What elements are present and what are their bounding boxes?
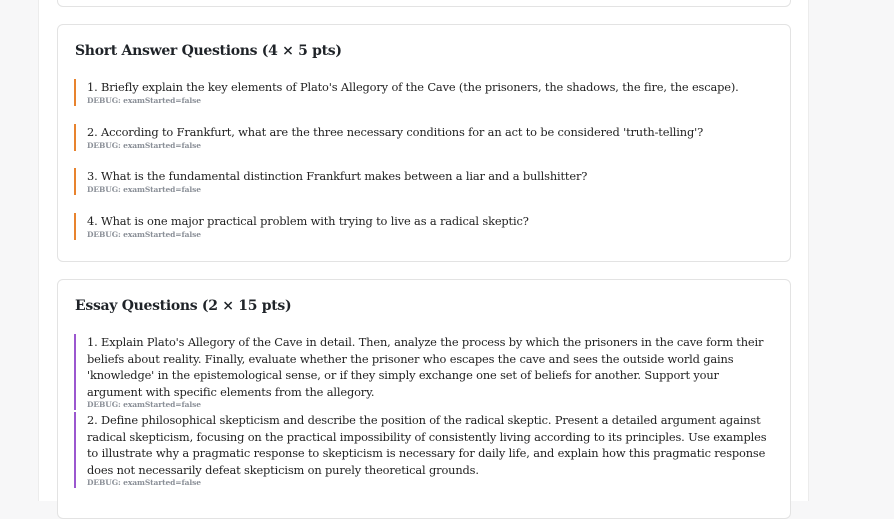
short-question-3: 3. What is the fundamental distinction F…: [74, 168, 774, 195]
debug-label: DEBUG: examStarted=false: [87, 184, 201, 194]
debug-label: DEBUG: examStarted=false: [87, 140, 201, 150]
question-text: 1. Briefly explain the key elements of P…: [87, 80, 739, 94]
essay-title: Essay Questions (2 × 15 pts): [75, 298, 292, 314]
debug-label: DEBUG: examStarted=false: [87, 229, 201, 239]
question-text: 4. What is one major practical problem w…: [87, 214, 529, 228]
short-answer-section: Short Answer Questions (4 × 5 pts) 1. Br…: [57, 24, 791, 262]
essay-section: Essay Questions (2 × 15 pts) 1. Explain …: [57, 279, 791, 519]
question-text: 2. According to Frankfurt, what are the …: [87, 125, 704, 139]
previous-section-card: [57, 0, 791, 7]
essay-question-1: 1. Explain Plato's Allegory of the Cave …: [74, 334, 774, 411]
exam-page: Short Answer Questions (4 × 5 pts) 1. Br…: [38, 0, 809, 519]
short-question-2: 2. According to Frankfurt, what are the …: [74, 124, 774, 151]
question-text: 3. What is the fundamental distinction F…: [87, 169, 588, 183]
debug-label: DEBUG: examStarted=false: [87, 95, 201, 105]
short-question-4: 4. What is one major practical problem w…: [74, 213, 774, 240]
debug-label: DEBUG: examStarted=false: [87, 478, 201, 488]
short-answer-title: Short Answer Questions (4 × 5 pts): [75, 43, 342, 59]
question-text: 2. Define philosophical skepticism and d…: [87, 413, 767, 477]
short-question-1: 1. Briefly explain the key elements of P…: [74, 79, 774, 106]
essay-question-2: 2. Define philosophical skepticism and d…: [74, 412, 774, 489]
question-text: 1. Explain Plato's Allegory of the Cave …: [87, 335, 764, 399]
debug-label: DEBUG: examStarted=false: [87, 400, 201, 410]
